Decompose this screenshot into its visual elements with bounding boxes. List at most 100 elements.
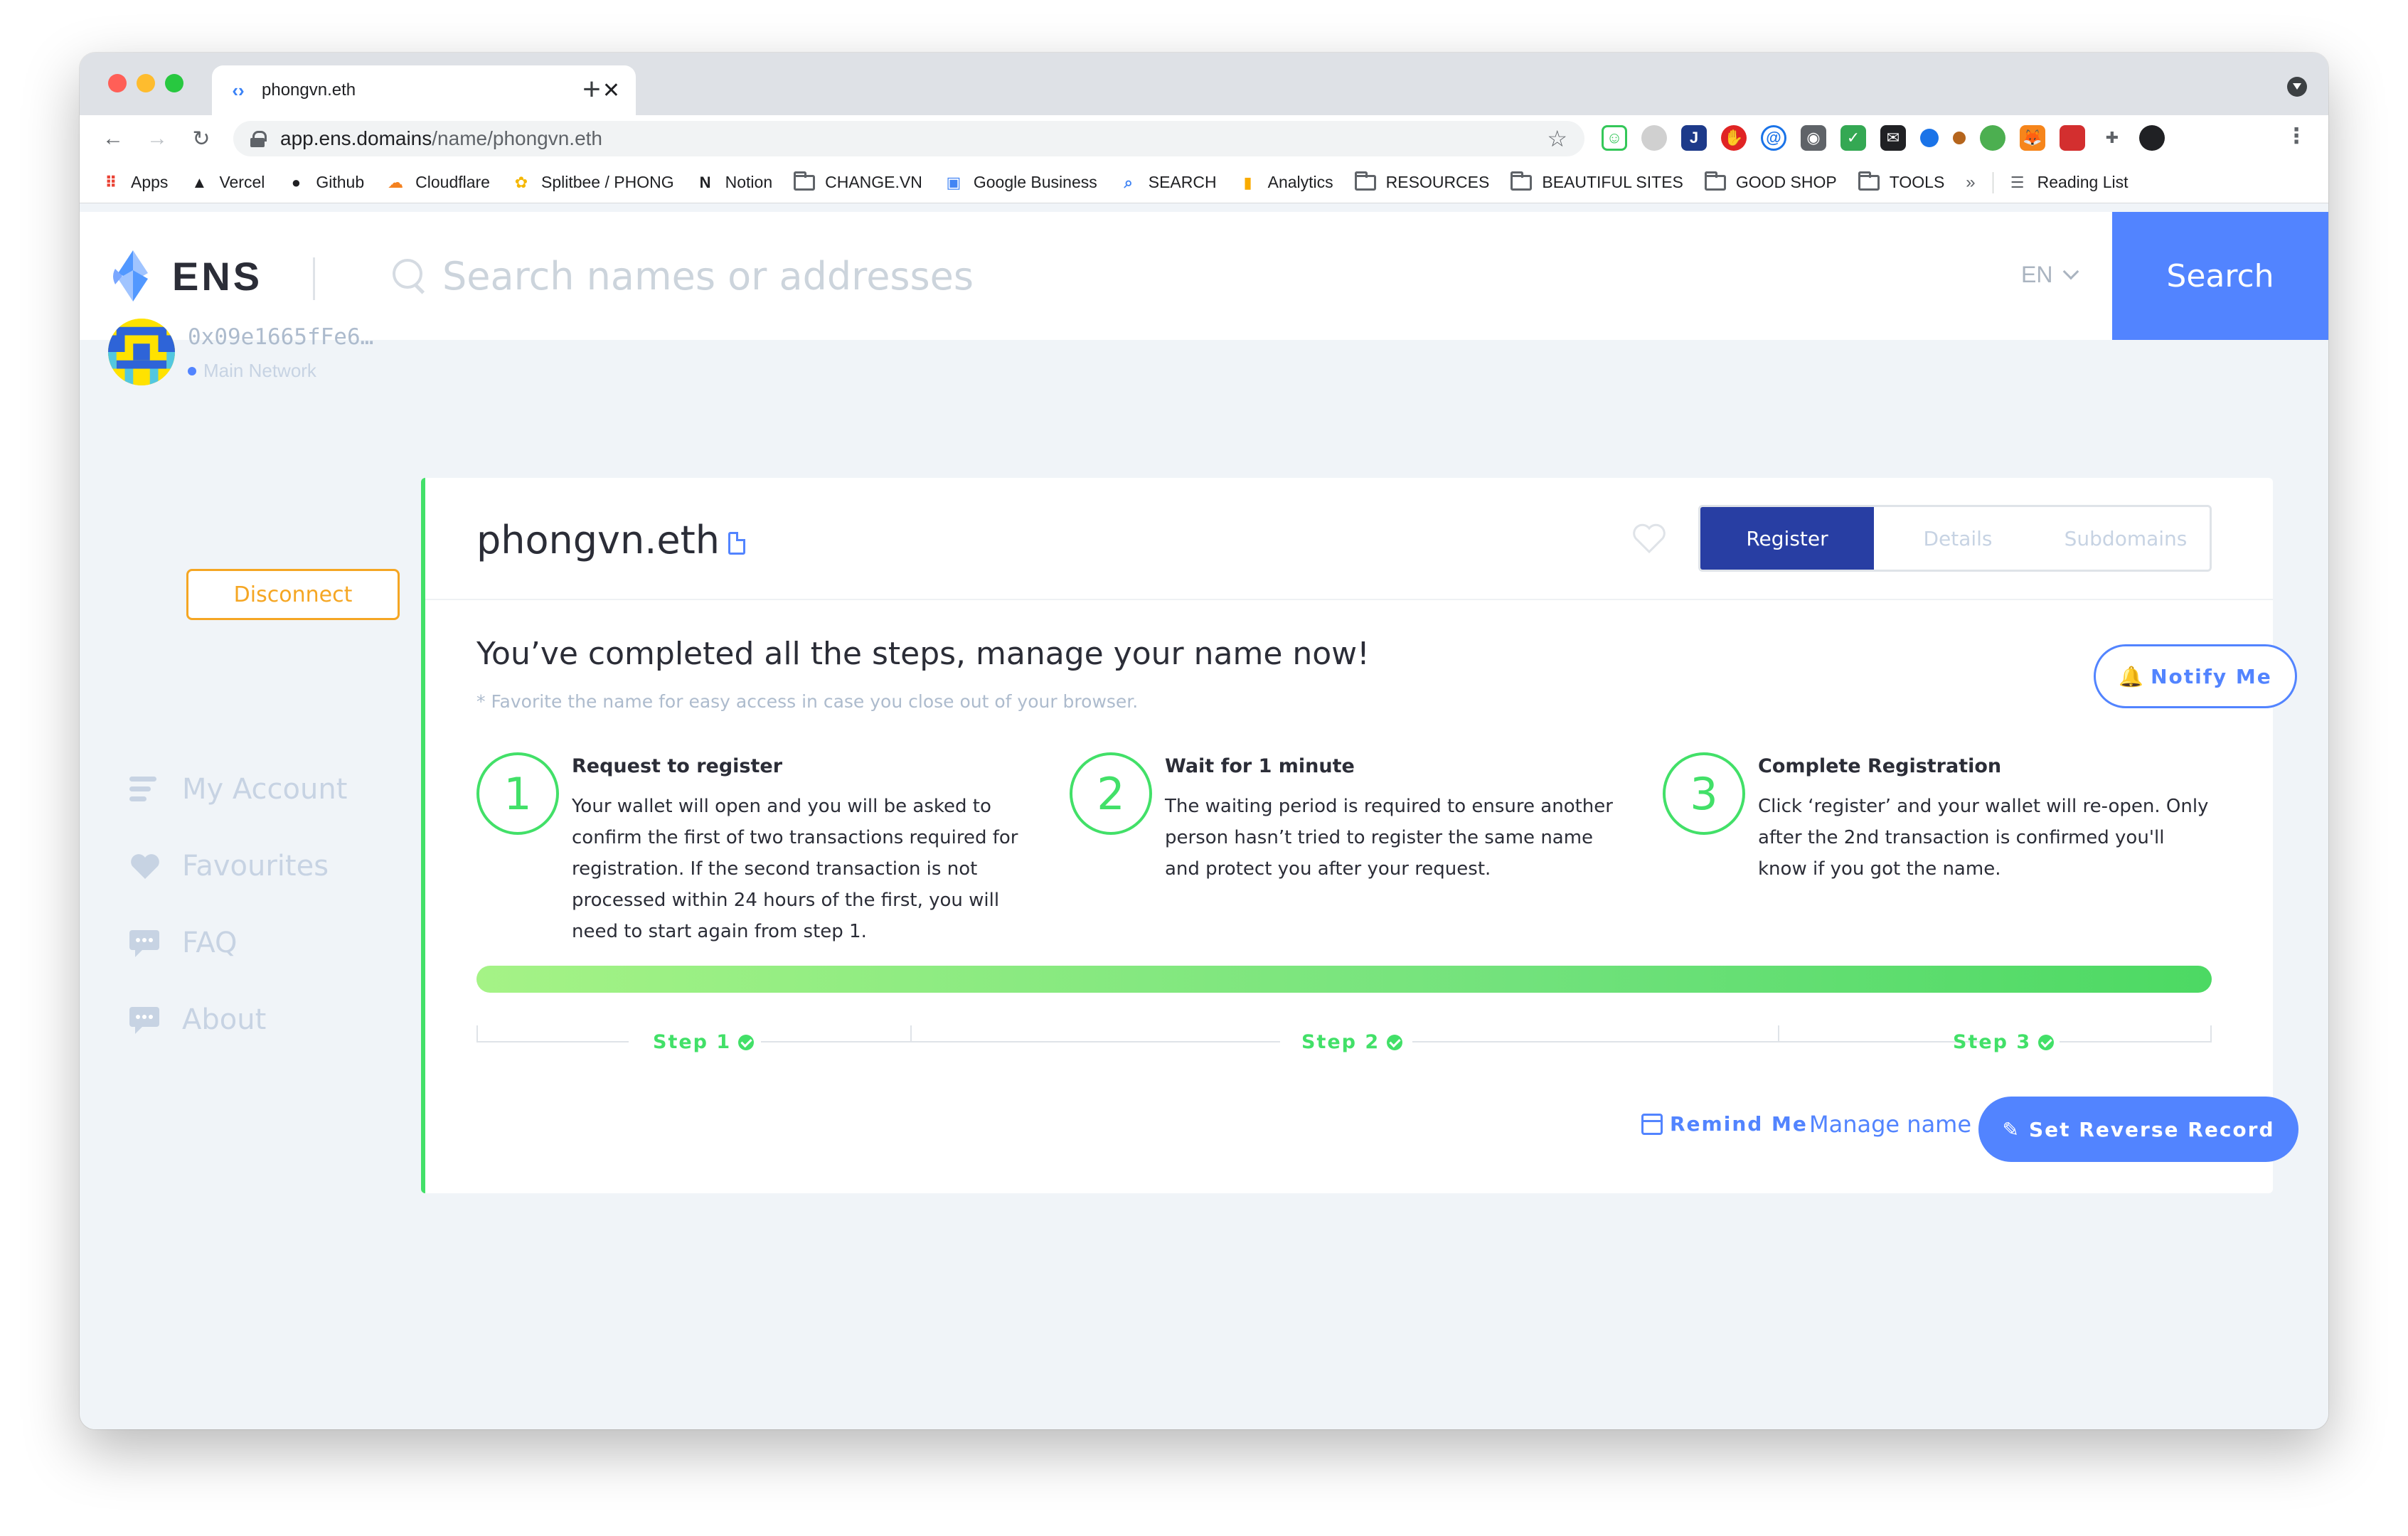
step-title: Wait for 1 minute: [1165, 755, 1355, 777]
step-number: 3: [1663, 752, 1745, 835]
timeline-tick: [2210, 1025, 2212, 1042]
camera-extension-icon[interactable]: ◉: [1801, 125, 1826, 151]
bookmark-item[interactable]: ▲ Vercel: [189, 173, 265, 192]
step-number: 1: [476, 752, 559, 835]
tab-search-icon[interactable]: [2287, 77, 2307, 97]
lock-icon[interactable]: [250, 131, 267, 147]
sidebar-item-faq[interactable]: FAQ: [129, 905, 347, 981]
disconnect-button[interactable]: Disconnect: [186, 569, 400, 620]
search-icon: [393, 259, 430, 296]
extension-1-icon[interactable]: ☺: [1602, 125, 1627, 151]
url-host: app.ens.domains: [280, 127, 432, 149]
bookmark-item[interactable]: N Notion: [696, 173, 772, 192]
apps-grid-icon: ⠿: [105, 173, 117, 191]
tab-strip: ‹› phongvn.eth ✕ +: [80, 53, 2328, 115]
tab-details[interactable]: Details: [1874, 507, 2042, 570]
maximize-window-button[interactable]: [165, 74, 183, 92]
minimize-window-button[interactable]: [137, 74, 155, 92]
sidebar-item-favourites[interactable]: Favourites: [129, 828, 347, 905]
favorite-note: * Favorite the name for easy access in c…: [476, 691, 1139, 712]
language-selector[interactable]: EN: [2021, 262, 2079, 288]
tab-register[interactable]: Register: [1700, 507, 1874, 570]
card-header: phongvn.eth Register Details Subdomains: [425, 478, 2273, 600]
folder-icon: [1704, 171, 1726, 191]
close-window-button[interactable]: [108, 74, 127, 92]
bookmark-item[interactable]: BEAUTIFUL SITES: [1511, 171, 1683, 192]
browser-window: ‹› phongvn.eth ✕ + ← → ↻ app.ens.domains…: [80, 53, 2328, 1429]
copy-icon[interactable]: [728, 531, 746, 555]
extension-3-icon[interactable]: J: [1681, 125, 1707, 151]
more-bookmarks-button[interactable]: »: [1966, 173, 1975, 193]
favourite-heart-icon[interactable]: [1631, 522, 1667, 555]
notify-label: Notify Me: [2151, 664, 2272, 688]
vercel-icon: ▲: [191, 173, 208, 191]
extension-10-icon[interactable]: [1953, 132, 1966, 144]
browser-menu-icon[interactable]: ⋮: [2286, 124, 2307, 149]
bookmark-label: BEAUTIFUL SITES: [1542, 173, 1683, 191]
calendar-icon: [1641, 1113, 1663, 1135]
sidebar-item-my-account[interactable]: My Account: [129, 751, 347, 828]
ens-logo[interactable]: ENS: [108, 247, 262, 304]
name-tabs: Register Details Subdomains: [1698, 505, 2212, 572]
bookmark-item[interactable]: RESOURCES: [1354, 171, 1489, 192]
bookmark-label: Apps: [131, 173, 169, 191]
bookmark-item[interactable]: ▮ Analytics: [1238, 173, 1333, 192]
bookmark-item[interactable]: ⠿ Apps: [101, 173, 168, 192]
address-bar[interactable]: app.ens.domains /name/phongvn.eth ☆: [233, 121, 1584, 156]
check-circle-icon: [2038, 1034, 2055, 1050]
step-description: Click ‘register’ and your wallet will re…: [1758, 796, 2209, 880]
mail-extension-icon[interactable]: ✉: [1880, 125, 1906, 151]
network-dot-icon: [188, 366, 196, 375]
network-label: Main Network: [203, 360, 316, 381]
extensions-bar: ☺ J ✋ @ ◉ ✓ ✉ 🦊 ✚: [1602, 125, 2165, 151]
bookmark-label: GOOD SHOP: [1735, 173, 1837, 191]
reading-list-button[interactable]: ☰ Reading List: [2008, 173, 2129, 192]
extension-2-icon[interactable]: [1641, 125, 1667, 151]
remind-label: Remind Me: [1670, 1112, 1808, 1136]
bookmark-item[interactable]: ● Github: [286, 173, 364, 192]
set-reverse-record-button[interactable]: ✎ Set Reverse Record: [1978, 1097, 2298, 1162]
bookmark-star-icon[interactable]: ☆: [1547, 125, 1567, 152]
folder-icon: [1354, 171, 1376, 191]
forward-icon[interactable]: →: [141, 122, 174, 155]
sidebar-item-about[interactable]: About: [129, 981, 347, 1058]
remind-me-button[interactable]: Remind Me: [1641, 1112, 1808, 1136]
bookmark-item[interactable]: ▣ Google Business: [944, 173, 1097, 192]
bookmark-item[interactable]: CHANGE.VN: [794, 171, 922, 192]
reverse-label: Set Reverse Record: [2028, 1117, 2275, 1141]
back-icon[interactable]: ←: [97, 122, 129, 155]
reload-icon[interactable]: ↻: [185, 122, 218, 155]
new-tab-button[interactable]: +: [570, 68, 613, 111]
extension-4-icon[interactable]: ✋: [1721, 125, 1747, 151]
reading-list-icon: ☰: [2010, 173, 2025, 191]
manage-name-link[interactable]: Manage name: [1809, 1111, 1971, 1138]
wallet-address[interactable]: 0x09e1665fFe6…: [188, 324, 394, 350]
timeline-line: [2060, 1041, 2212, 1042]
search-button[interactable]: Search: [2112, 212, 2328, 340]
sidebar-item-label: FAQ: [182, 927, 238, 959]
extension-13-icon[interactable]: [2060, 125, 2085, 151]
folder-icon: [1511, 171, 1533, 191]
timeline-line: [761, 1041, 1280, 1042]
shield-extension-icon[interactable]: ✓: [1840, 125, 1866, 151]
notify-me-button[interactable]: 🔔 Notify Me: [2094, 644, 2297, 708]
timeline-step-2: Step 2: [1301, 1031, 1403, 1053]
bookmark-item[interactable]: ✿ Splitbee / PHONG: [511, 173, 674, 192]
search-input[interactable]: [442, 247, 1509, 304]
bookmark-item[interactable]: ☁ Cloudflare: [385, 173, 490, 192]
step-timeline: Step 1 Step 2 Step 3: [476, 1025, 2212, 1068]
bookmark-item[interactable]: TOOLS: [1858, 171, 1944, 192]
metamask-icon[interactable]: 🦊: [2020, 125, 2045, 151]
extension-11-icon[interactable]: [1980, 125, 2005, 151]
tab-subdomains[interactable]: Subdomains: [2042, 507, 2210, 570]
ens-favicon-icon: ‹›: [232, 79, 245, 101]
bookmark-item[interactable]: GOOD SHOP: [1704, 171, 1837, 192]
profile-avatar-icon[interactable]: [2139, 125, 2165, 151]
extensions-puzzle-icon[interactable]: ✚: [2099, 125, 2125, 151]
extension-5-icon[interactable]: @: [1761, 125, 1786, 151]
extension-9-icon[interactable]: [1920, 129, 1939, 147]
ens-logo-icon: [113, 250, 148, 302]
bookmark-item[interactable]: ⌕ SEARCH: [1119, 173, 1217, 192]
avatar: [108, 319, 175, 385]
bookmark-label: SEARCH: [1148, 173, 1217, 191]
